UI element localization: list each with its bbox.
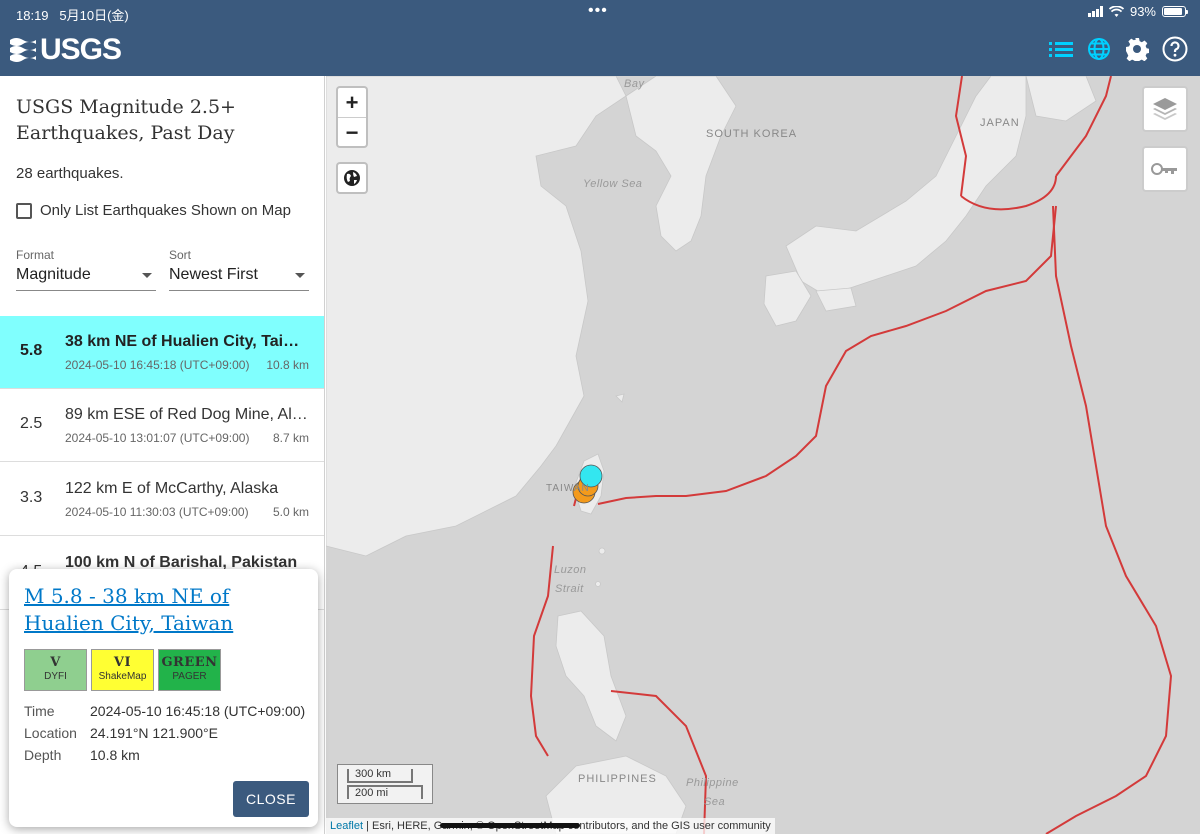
globe-icon (1088, 38, 1110, 60)
format-value: Magnitude (16, 266, 91, 283)
earthquake-count: 28 earthquakes. (16, 165, 124, 182)
map-label-taiwan: TAIWAN (546, 483, 590, 494)
map-label-philippine-sea: Sea (704, 796, 726, 808)
list-view-button[interactable] (1048, 36, 1074, 62)
world-view-button[interactable] (336, 162, 368, 194)
shakemap-badge[interactable]: VI ShakeMap (91, 649, 154, 691)
popup-details: Time 2024-05-10 16:45:18 (UTC+09:00) Loca… (24, 703, 305, 769)
sort-label: Sort (169, 248, 192, 262)
quake-time: 2024-05-10 13:01:07 (UTC+09:00) (65, 431, 250, 445)
popup-title-link[interactable]: M 5.8 - 38 km NE of Hualien City, Taiwan (24, 583, 304, 637)
basemap (326, 76, 1173, 834)
quake-place: 122 km E of McCarthy, Alaska (65, 480, 279, 497)
dyfi-label: DYFI (44, 671, 67, 682)
zoom-control: + − (336, 86, 368, 148)
wifi-icon (1108, 5, 1124, 17)
scale-mi: 200 mi (347, 785, 423, 799)
key-icon (1151, 163, 1177, 175)
settings-button[interactable] (1124, 36, 1150, 62)
quake-place: 89 km ESE of Red Dog Mine, Alaska (65, 406, 310, 423)
dyfi-value: V (50, 655, 61, 670)
map-view-button[interactable] (1086, 36, 1112, 62)
quake-time: 2024-05-10 16:45:18 (UTC+09:00) (65, 358, 250, 372)
shakemap-label: ShakeMap (98, 671, 147, 682)
pager-label: PAGER (172, 671, 207, 682)
status-bar: 18:19 5月10日(金) ••• 93% (0, 2, 1200, 23)
zoom-out-button[interactable]: − (338, 117, 366, 146)
home-indicator[interactable] (440, 823, 580, 828)
quake-depth: 10.8 km (266, 358, 309, 372)
dyfi-badge[interactable]: V DYFI (24, 649, 87, 691)
gear-icon (1126, 38, 1149, 61)
map-label-philippine-sea: Philippine (686, 777, 739, 789)
page-title: USGS Magnitude 2.5+ Earthquakes, Past Da… (16, 96, 236, 144)
map-label-luzon-strait: Luzon (554, 564, 587, 576)
cellular-signal-icon (1087, 6, 1103, 17)
depth-label: Depth (24, 747, 62, 763)
header-actions (1048, 36, 1188, 62)
only-list-shown-checkbox[interactable]: Only List Earthquakes Shown on Map (16, 202, 291, 219)
chevron-down-icon (142, 272, 152, 278)
quake-magnitude: 3.3 (20, 489, 43, 506)
app-header: 18:19 5月10日(金) ••• 93% USGS (0, 0, 1200, 76)
map-label-yellow-sea: Yellow Sea (583, 178, 643, 190)
scale-km: 300 km (347, 769, 413, 783)
quake-depth: 8.7 km (272, 431, 309, 445)
quake-place: 38 km NE of Hualien City, Taiwan (65, 333, 310, 350)
shakemap-value: VI (113, 655, 132, 670)
layers-icon (1153, 98, 1177, 120)
time-value: 2024-05-10 16:45:18 (UTC+09:00) (90, 703, 306, 719)
map-scale: 300 km 200 mi (337, 764, 433, 804)
map[interactable]: Bay SOUTH KOREA JAPAN Yellow Sea TAIWAN … (326, 76, 1200, 834)
quake-magnitude: 2.5 (20, 415, 43, 432)
map-label-philippines: PHILIPPINES (578, 773, 657, 785)
location-label: Location (24, 725, 77, 741)
only-list-label: Only List Earthquakes Shown on Map (40, 202, 291, 219)
close-button[interactable]: CLOSE (233, 781, 309, 817)
leaflet-link[interactable]: Leaflet (330, 820, 363, 832)
location-value: 24.191°N 121.900°E (90, 725, 218, 741)
earthquake-popup: M 5.8 - 38 km NE of Hualien City, Taiwan… (9, 569, 318, 827)
format-label: Format (16, 248, 55, 262)
usgs-logo-text: USGS (40, 33, 122, 66)
help-button[interactable] (1162, 36, 1188, 62)
usgs-waves-icon (10, 38, 36, 62)
zoom-in-button[interactable]: + (338, 88, 366, 117)
layers-button[interactable] (1142, 86, 1188, 132)
earthquake-list-item[interactable]: 5.8 38 km NE of Hualien City, Taiwan 202… (0, 316, 324, 389)
help-icon (1162, 36, 1188, 62)
earthquake-list-item[interactable]: 2.5 89 km ESE of Red Dog Mine, Alaska 20… (0, 389, 324, 462)
globe-icon (344, 170, 360, 186)
list-icon (1049, 42, 1073, 57)
multitasking-dots[interactable]: ••• (588, 2, 608, 20)
pager-badge[interactable]: GREEN PAGER (158, 649, 221, 691)
sort-value: Newest First (169, 266, 258, 283)
impact-badges: V DYFI VI ShakeMap GREEN PAGER (24, 649, 221, 691)
earthquake-list-item[interactable]: 3.3 122 km E of McCarthy, Alaska 2024-05… (0, 463, 324, 536)
checkbox-icon[interactable] (16, 202, 32, 219)
map-label-japan: JAPAN (980, 117, 1020, 129)
status-time: 18:19 5月10日(金) (16, 8, 129, 23)
battery-icon (1162, 6, 1188, 17)
map-label-luzon-strait: Strait (555, 583, 584, 595)
format-select[interactable]: Format Magnitude (16, 248, 156, 291)
sort-select[interactable]: Sort Newest First (169, 248, 309, 291)
chevron-down-icon (295, 272, 305, 278)
quake-magnitude: 5.8 (20, 342, 43, 359)
quake-depth: 5.0 km (272, 505, 309, 519)
pager-value: GREEN (161, 655, 218, 670)
map-label-bay: Bay (624, 78, 645, 90)
status-right: 93% (1087, 4, 1188, 19)
legend-button[interactable] (1142, 146, 1188, 192)
battery-percent: 93% (1129, 4, 1156, 19)
depth-value: 10.8 km (90, 747, 140, 763)
map-label-south-korea: SOUTH KOREA (706, 128, 798, 140)
quake-time: 2024-05-10 11:30:03 (UTC+09:00) (65, 505, 249, 519)
usgs-logo[interactable]: USGS (10, 33, 122, 67)
time-label: Time (24, 703, 55, 719)
